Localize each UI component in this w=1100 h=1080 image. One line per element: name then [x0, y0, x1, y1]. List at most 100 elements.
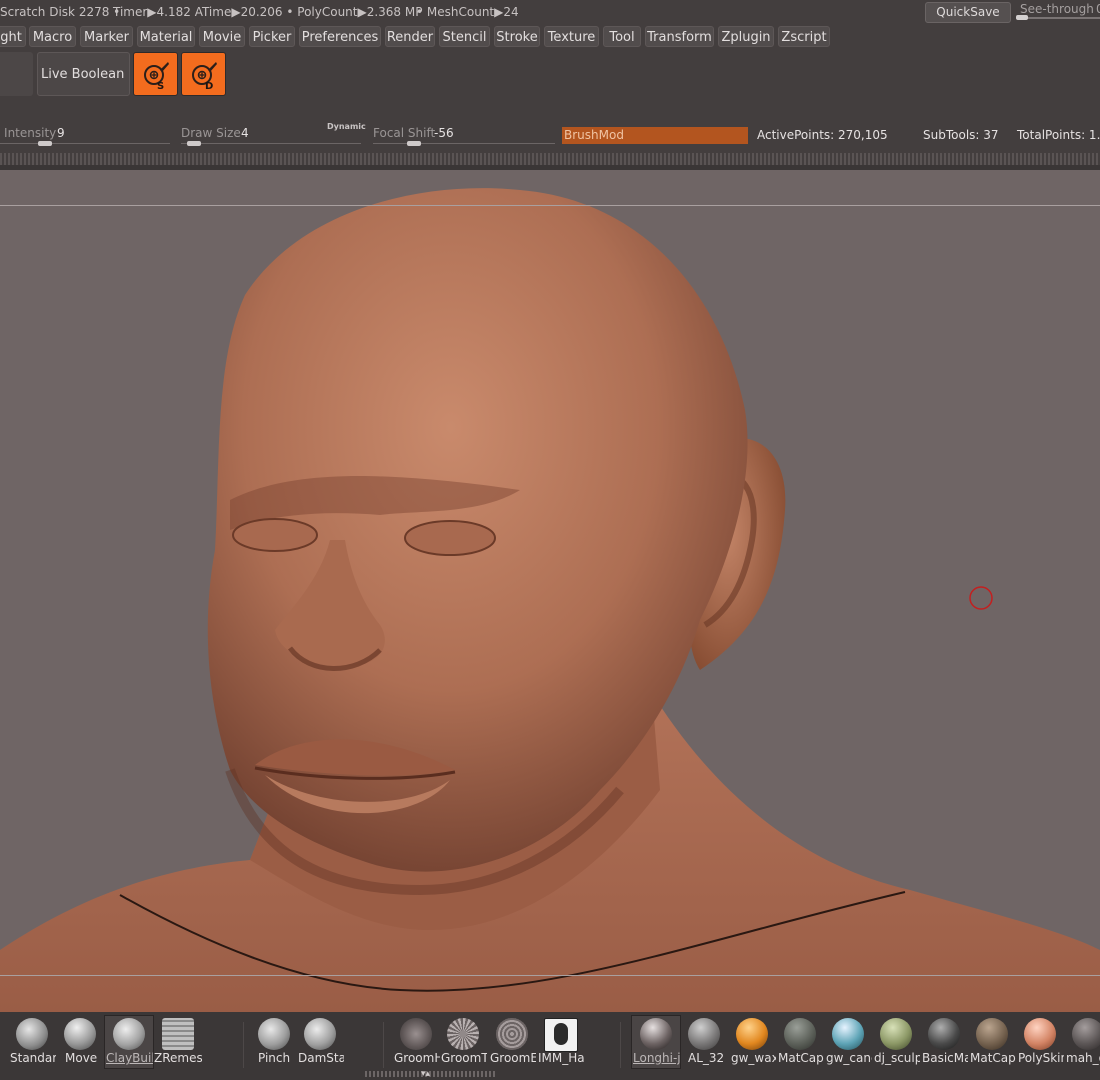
- material-sphere-icon: [880, 1018, 912, 1050]
- menu-zplugin[interactable]: Zplugin: [718, 26, 774, 47]
- menu-macro[interactable]: Macro: [29, 26, 76, 47]
- material-polyskin[interactable]: PolySkin: [1016, 1016, 1064, 1068]
- draw-size-label: Draw Size: [181, 126, 241, 140]
- material-sphere-icon: [784, 1018, 816, 1050]
- shelf-separator: [383, 1022, 384, 1068]
- see-through-value: 0: [1096, 2, 1100, 16]
- z-intensity-slider[interactable]: Z Intensity 9: [0, 126, 170, 148]
- menu-zscript[interactable]: Zscript: [778, 26, 830, 47]
- menu-transform[interactable]: Transform: [645, 26, 714, 47]
- material-gw-wax[interactable]: gw_wax: [728, 1016, 776, 1068]
- material-label: dj_sculp: [874, 1051, 920, 1065]
- scroll-arrows-icon[interactable]: ▾▴: [421, 1069, 430, 1079]
- menu-marker[interactable]: Marker: [80, 26, 133, 47]
- brush-damstandard[interactable]: DamSta: [296, 1016, 344, 1068]
- quicksave-button[interactable]: QuickSave: [925, 2, 1011, 23]
- brush-label: Pinch: [258, 1051, 291, 1065]
- menu-stroke[interactable]: Stroke: [494, 26, 540, 47]
- brush-label: Move: [65, 1051, 98, 1065]
- brush-s-button[interactable]: S: [133, 52, 178, 96]
- z-intensity-track: [0, 143, 170, 144]
- material-mah[interactable]: mah_o: [1064, 1016, 1100, 1068]
- see-through-slider[interactable]: See-through 0: [1016, 0, 1100, 24]
- main-menu-bar: ght Macro Marker Material Movie Picker P…: [0, 24, 1100, 48]
- brush-cursor-icon: [969, 586, 993, 610]
- material-sphere-icon: [640, 1018, 672, 1050]
- brush-move[interactable]: Move: [56, 1016, 104, 1068]
- material-label: MatCap: [778, 1051, 824, 1065]
- brush-slider-row: Z Intensity 9 Draw Size 4 Dynamic Focal …: [0, 122, 1100, 148]
- material-label: mah_o: [1066, 1051, 1100, 1065]
- brush-d-letter: D: [205, 81, 213, 92]
- timer-readout: Timer▶4.182 ATime▶20.206 • PolyCount▶2.3…: [113, 5, 423, 19]
- brush-label: GroomE: [490, 1051, 536, 1065]
- material-basicmaterial[interactable]: BasicMa: [920, 1016, 968, 1068]
- see-through-track: [1016, 17, 1100, 19]
- brush-s-icon: S: [144, 62, 169, 92]
- damstandard-brush-icon: [304, 1018, 336, 1050]
- shelf-separator: [243, 1022, 244, 1068]
- brush-label: DamSta: [298, 1051, 344, 1065]
- brush-groomturbulence[interactable]: GroomT: [439, 1016, 487, 1068]
- zremesher-grid-icon: [162, 1018, 194, 1050]
- mesh-count-readout: • MeshCount▶24: [416, 5, 519, 19]
- brush-label: IMM_Ha: [538, 1051, 584, 1065]
- imm-hair-portrait-icon: [544, 1018, 578, 1052]
- z-intensity-label: Z Intensity: [0, 126, 57, 140]
- brush-s-letter: S: [157, 81, 164, 92]
- material-label: BasicMa: [922, 1051, 968, 1065]
- dynamic-toggle[interactable]: Dynamic: [327, 122, 366, 131]
- material-longhi[interactable]: Longhi-j: [631, 1015, 681, 1069]
- brush-standard[interactable]: Standar: [8, 1016, 56, 1068]
- material-matcap-brown[interactable]: MatCap: [968, 1016, 1016, 1068]
- material-dj-sculpt[interactable]: dj_sculp: [872, 1016, 920, 1068]
- focal-shift-track: [373, 143, 555, 144]
- shelf-divider-hatch: [0, 153, 1100, 165]
- focal-shift-value: -56: [434, 126, 454, 140]
- material-al32[interactable]: AL_32: [680, 1016, 728, 1068]
- brush-pinch[interactable]: Pinch: [250, 1016, 298, 1068]
- brush-groomexpand[interactable]: GroomE: [488, 1016, 536, 1068]
- menu-texture[interactable]: Texture: [544, 26, 599, 47]
- status-bar: Scratch Disk 2278 • Timer▶4.182 ATime▶20…: [0, 0, 1100, 24]
- active-points-readout: ActivePoints: 270,105: [757, 128, 888, 142]
- live-boolean-button[interactable]: Live Boolean: [37, 52, 130, 96]
- draw-size-knob[interactable]: [187, 141, 201, 146]
- material-sphere-icon: [736, 1018, 768, 1050]
- brush-claybuildup[interactable]: ClayBuil: [104, 1015, 154, 1069]
- menu-movie[interactable]: Movie: [199, 26, 245, 47]
- material-sphere-icon: [1024, 1018, 1056, 1050]
- claybuildup-brush-icon: [113, 1018, 145, 1050]
- canvas-viewport[interactable]: [0, 170, 1100, 1012]
- menu-picker[interactable]: Picker: [249, 26, 295, 47]
- menu-preferences[interactable]: Preferences: [299, 26, 381, 47]
- brush-label: GroomT: [441, 1051, 487, 1065]
- focal-shift-knob[interactable]: [407, 141, 421, 146]
- guide-line-top: [0, 205, 1100, 206]
- material-gw-candy[interactable]: gw_canc: [824, 1016, 872, 1068]
- menu-render[interactable]: Render: [385, 26, 435, 47]
- brush-groomhairball[interactable]: GroomH: [392, 1016, 440, 1068]
- z-intensity-knob[interactable]: [38, 141, 52, 146]
- brushmod-slider[interactable]: BrushMod: [562, 127, 748, 144]
- material-label: MatCap: [970, 1051, 1016, 1065]
- shelf-left-panel: [0, 52, 33, 96]
- menu-material[interactable]: Material: [137, 26, 195, 47]
- menu-stencil[interactable]: Stencil: [439, 26, 490, 47]
- material-label: gw_wax: [731, 1051, 776, 1065]
- draw-size-track: [181, 143, 361, 144]
- menu-tool[interactable]: Tool: [603, 26, 641, 47]
- material-matcap-gray[interactable]: MatCap: [776, 1016, 824, 1068]
- brush-d-button[interactable]: D: [181, 52, 226, 96]
- see-through-label: See-through: [1020, 2, 1094, 16]
- see-through-knob[interactable]: [1016, 15, 1028, 20]
- brush-imm-hair[interactable]: IMM_Ha: [536, 1016, 584, 1068]
- guide-line-bottom: [0, 975, 1100, 976]
- bottom-shelf: Standar Move ClayBuil ZRemes Pinch DamSt…: [0, 1012, 1100, 1080]
- move-brush-icon: [64, 1018, 96, 1050]
- menu-light[interactable]: ght: [0, 26, 26, 47]
- brush-zremesher[interactable]: ZRemes: [154, 1016, 202, 1068]
- total-points-readout: TotalPoints: 1.9: [1017, 128, 1100, 142]
- focal-shift-slider[interactable]: Focal Shift -56: [373, 126, 555, 148]
- focal-shift-label: Focal Shift: [373, 126, 436, 140]
